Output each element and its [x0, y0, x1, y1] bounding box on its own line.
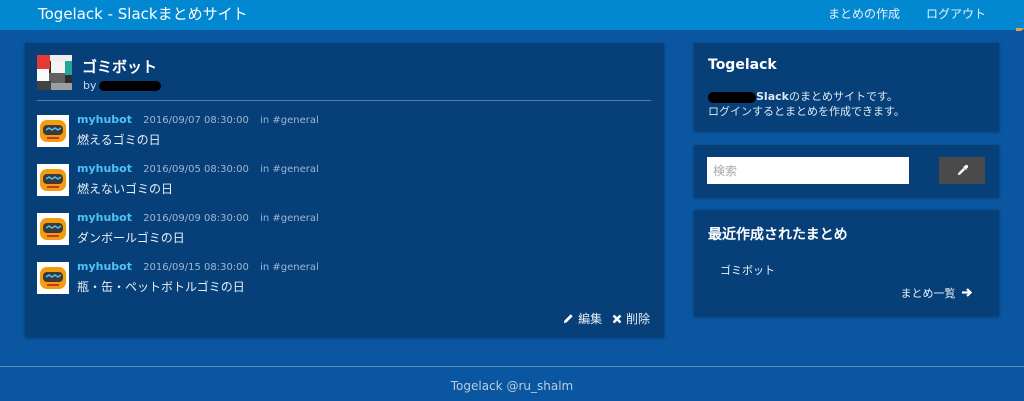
about-title: Togelack: [708, 57, 777, 73]
edit-button[interactable]: 編集: [563, 310, 602, 327]
message-channel: in #general: [260, 115, 319, 126]
recent-item[interactable]: ゴミボット: [720, 262, 775, 278]
navbar: Togelack - Slackまとめサイト まとめの作成 ログアウト: [0, 0, 1024, 30]
eyedropper-icon: [957, 164, 968, 176]
message-user[interactable]: myhubot: [77, 260, 132, 273]
summary-list-label: まとめ一覧: [900, 287, 956, 300]
message-user[interactable]: myhubot: [77, 162, 132, 175]
message-channel: in #general: [260, 213, 319, 224]
message-item: myhubot 2016/09/15 08:30:00 in #general …: [37, 258, 637, 302]
search-panel: [694, 145, 999, 197]
search-button[interactable]: [939, 157, 985, 184]
message-text: 燃えないゴミの日: [77, 182, 174, 196]
summary-actions: 編集 削除: [563, 310, 650, 327]
message-time: 2016/09/07 08:30:00: [143, 115, 249, 126]
edit-label: 編集: [578, 312, 603, 326]
recent-panel: 最近作成されたまとめ ゴミボット まとめ一覧: [694, 210, 999, 316]
message-channel: in #general: [260, 262, 319, 273]
message-item: myhubot 2016/09/05 08:30:00 in #general …: [37, 160, 637, 204]
message-item: myhubot 2016/09/09 08:30:00 in #general …: [37, 209, 637, 253]
delete-label: 削除: [625, 312, 650, 326]
summary-author: by: [83, 79, 161, 92]
summary-list-link[interactable]: まとめ一覧: [901, 285, 974, 301]
x-icon: [612, 314, 622, 324]
summary-title: ゴミボット: [82, 58, 158, 76]
corner-mark: [1016, 28, 1024, 36]
delete-button[interactable]: 削除: [612, 310, 650, 327]
footer-divider: [0, 366, 1024, 367]
summary-avatar-icon: [37, 55, 72, 90]
message-time: 2016/09/09 08:30:00: [143, 213, 249, 224]
bot-avatar-icon: [37, 115, 69, 147]
about-panel: Togelack Slackのまとめサイトです。 ログインするとまとめを作成でき…: [694, 43, 999, 131]
bot-avatar-icon: [37, 262, 69, 294]
brand-link[interactable]: Togelack - Slackまとめサイト: [38, 3, 248, 24]
bot-avatar-icon: [37, 164, 69, 196]
message-text: 燃えるゴミの日: [77, 133, 161, 147]
message-user[interactable]: myhubot: [77, 211, 132, 224]
message-time: 2016/09/05 08:30:00: [143, 164, 249, 175]
redacted-author: [98, 81, 161, 91]
message-item: myhubot 2016/09/07 08:30:00 in #general …: [37, 111, 637, 155]
about-line1: のまとめサイトです。: [788, 90, 898, 103]
summary-panel: ゴミボット by myhubot 2016/09/07 08:30:00 in …: [25, 43, 664, 337]
message-user[interactable]: myhubot: [77, 113, 132, 126]
author-prefix: by: [83, 79, 97, 92]
bot-avatar-icon: [37, 213, 69, 245]
message-time: 2016/09/15 08:30:00: [143, 262, 249, 273]
nav-menu: まとめの作成 ログアウト: [828, 5, 986, 22]
recent-title: 最近作成されたまとめ: [708, 227, 848, 243]
slack-word: Slack: [756, 90, 789, 103]
logout-link[interactable]: ログアウト: [926, 5, 986, 22]
message-text: ダンボールゴミの日: [77, 231, 185, 245]
message-channel: in #general: [260, 164, 319, 175]
arrow-right-icon: [962, 288, 973, 297]
message-text: 瓶・缶・ペットボトルゴミの日: [77, 280, 245, 294]
search-input[interactable]: [707, 157, 909, 184]
about-line2: ログインするとまとめを作成できます。: [708, 105, 905, 118]
divider: [37, 100, 651, 101]
create-summary-link[interactable]: まとめの作成: [828, 5, 900, 22]
about-description: Slackのまとめサイトです。 ログインするとまとめを作成できます。: [708, 89, 905, 119]
pencil-icon: [564, 314, 574, 324]
redacted-team: [708, 91, 756, 103]
footer-text: Togelack @ru_shalm: [450, 379, 574, 393]
